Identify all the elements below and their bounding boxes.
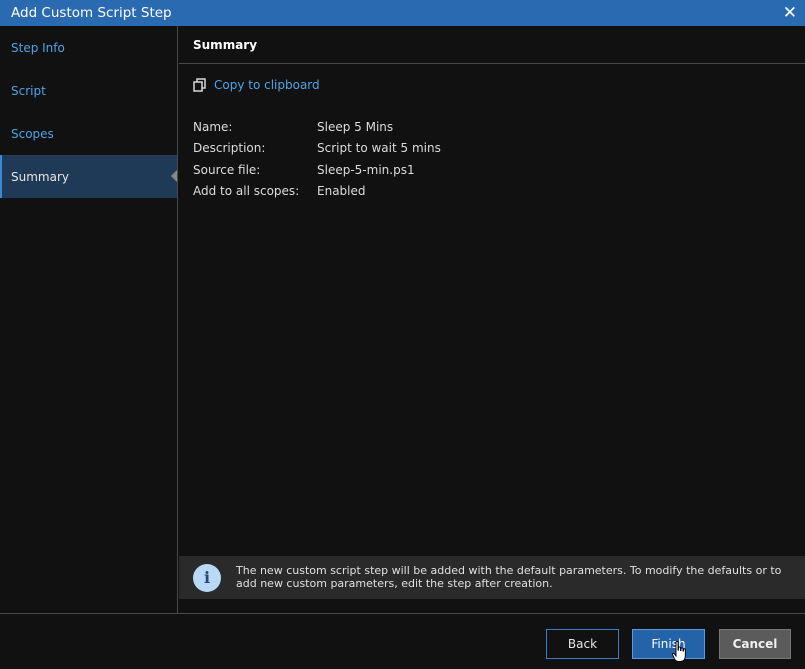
page-title: Summary: [179, 26, 805, 64]
detail-row: Description: Script to wait 5 mins: [193, 138, 441, 160]
info-banner: i The new custom script step will be add…: [179, 556, 805, 599]
summary-details: Name: Sleep 5 Mins Description: Script t…: [193, 116, 441, 202]
sidebar-item-scopes[interactable]: Scopes: [0, 112, 177, 155]
detail-value: Enabled: [317, 184, 366, 199]
finish-button[interactable]: Finish: [632, 629, 705, 659]
close-icon[interactable]: ✕: [783, 4, 797, 22]
sidebar-item-label: Step Info: [11, 40, 65, 55]
sidebar-item-label: Summary: [11, 169, 69, 184]
detail-label: Description:: [193, 141, 266, 156]
detail-value: Sleep-5-min.ps1: [317, 162, 415, 177]
copy-link-label: Copy to clipboard: [214, 78, 320, 92]
sidebar-item-label: Script: [11, 83, 46, 98]
detail-label: Add to all scopes:: [193, 184, 300, 199]
copy-to-clipboard-link[interactable]: Copy to clipboard: [193, 78, 320, 92]
window-title: Add Custom Script Step: [11, 5, 172, 21]
sidebar-item-label: Scopes: [11, 126, 54, 141]
sidebar-item-step-info[interactable]: Step Info: [0, 26, 177, 69]
info-message: The new custom script step will be added…: [236, 564, 782, 590]
info-icon: i: [193, 563, 221, 592]
hand-cursor-icon: [672, 641, 686, 662]
sidebar-item-summary[interactable]: Summary: [0, 155, 177, 198]
back-button[interactable]: Back: [546, 629, 619, 659]
cancel-button[interactable]: Cancel: [719, 629, 791, 659]
detail-row: Source file: Sleep-5-min.ps1: [193, 159, 441, 181]
wizard-sidebar: Step Info Script Scopes Summary: [0, 26, 178, 613]
detail-label: Source file:: [193, 162, 261, 177]
detail-row: Name: Sleep 5 Mins: [193, 116, 441, 138]
detail-label: Name:: [193, 119, 233, 134]
detail-value: Sleep 5 Mins: [317, 119, 394, 134]
copy-icon: [193, 78, 206, 92]
sidebar-item-script[interactable]: Script: [0, 69, 177, 112]
detail-row: Add to all scopes: Enabled: [193, 181, 441, 203]
title-bar: Add Custom Script Step ✕: [0, 0, 805, 26]
summary-panel: Summary Copy to clipboard Name: Sleep 5 …: [179, 26, 805, 613]
detail-value: Script to wait 5 mins: [317, 141, 441, 156]
